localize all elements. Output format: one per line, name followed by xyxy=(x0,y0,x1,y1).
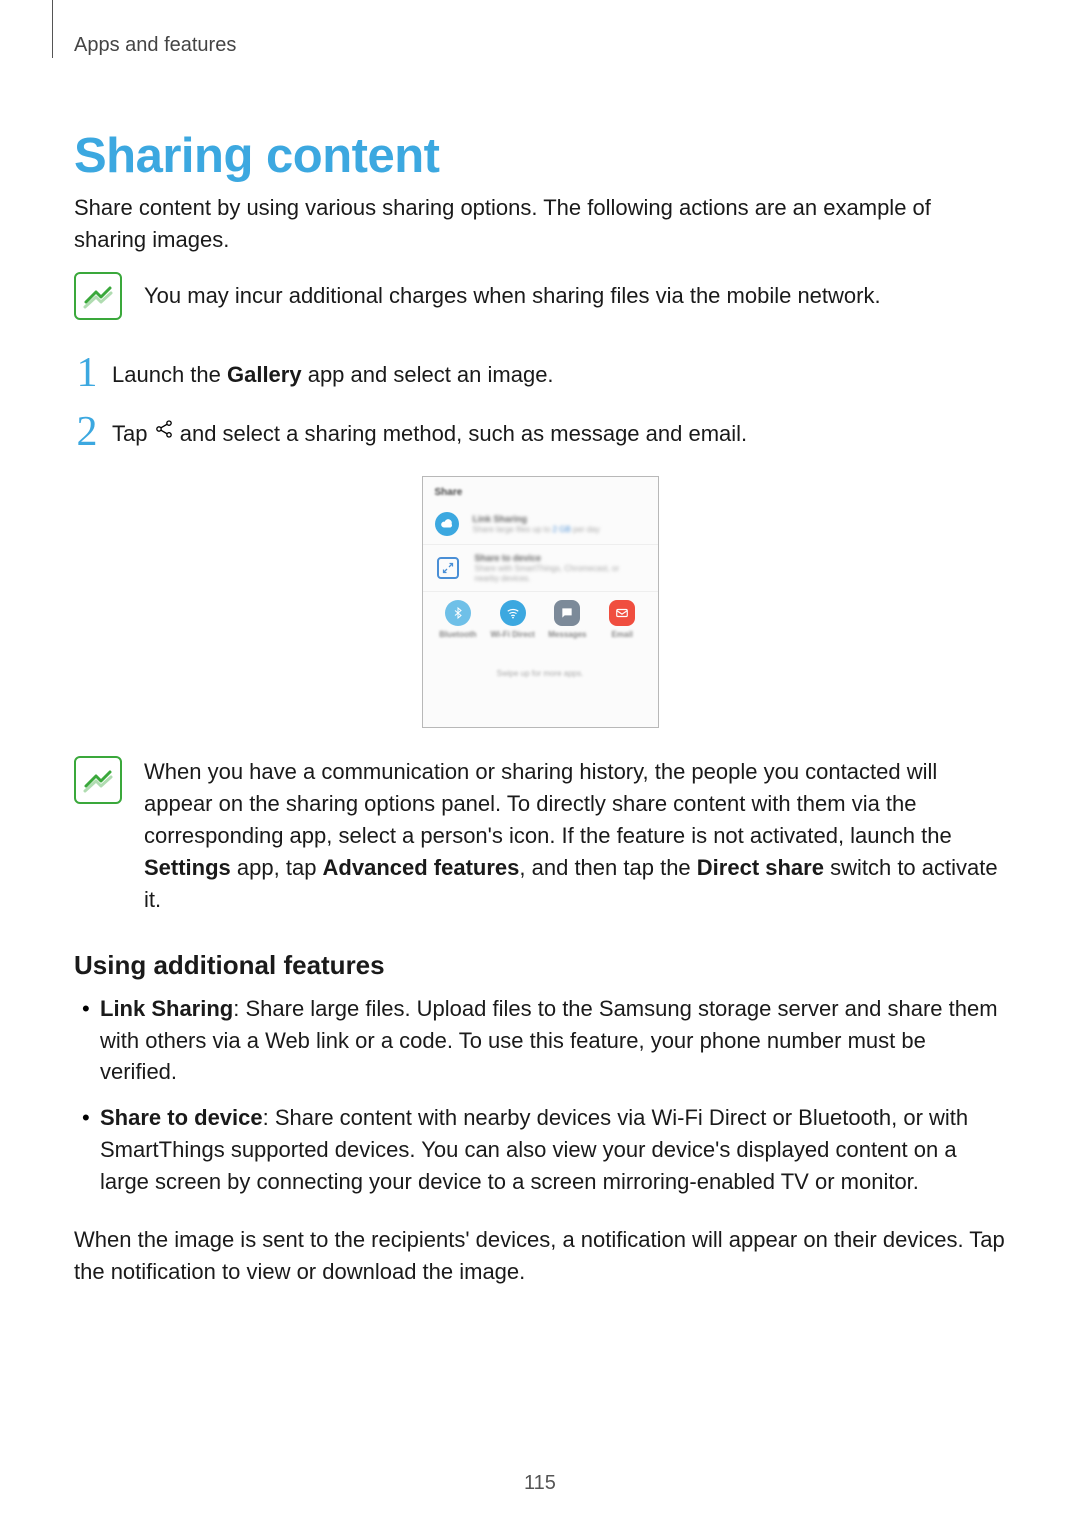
note-charges: You may incur additional charges when sh… xyxy=(74,272,1006,320)
page-title: Sharing content xyxy=(74,128,1006,184)
ss-header: Share xyxy=(423,483,658,504)
step-1-post: app and select an image. xyxy=(302,362,554,387)
feature-link-sharing-text: : Share large files. Upload files to the… xyxy=(100,996,998,1085)
ss-apps-grid: Bluetooth Wi-Fi Direct Messages Email xyxy=(423,592,658,641)
note-direct-share-text: When you have a communication or sharing… xyxy=(144,756,1006,915)
step-2-pre: Tap xyxy=(112,421,154,446)
ss-app-bluetooth: Bluetooth xyxy=(433,600,484,639)
ss-app-mg-label: Messages xyxy=(542,630,593,639)
ss-app-wf-label: Wi-Fi Direct xyxy=(487,630,538,639)
share-icon xyxy=(154,417,174,448)
ss-link-title: Link Sharing xyxy=(473,514,600,525)
share-panel-screenshot: Share Link Sharing Share large files up … xyxy=(422,476,659,728)
note-charges-text: You may incur additional charges when sh… xyxy=(144,272,881,312)
step-number: 2 xyxy=(74,411,100,453)
breadcrumb: Apps and features xyxy=(0,0,1080,57)
ss-app-bt-label: Bluetooth xyxy=(433,630,484,639)
ss-device-title: Share to device xyxy=(475,553,646,564)
wifi-icon xyxy=(500,600,526,626)
step-1: 1 Launch the Gallery app and select an i… xyxy=(74,348,1006,391)
gallery-app-label: Gallery xyxy=(227,362,302,387)
features-list: Link Sharing: Share large files. Upload … xyxy=(74,993,1006,1198)
note2-pt1: When you have a communication or sharing… xyxy=(144,759,952,848)
email-icon xyxy=(609,600,635,626)
ss-link-sub: Share large files up to 2 GB per day xyxy=(473,525,600,535)
cloud-icon xyxy=(435,512,459,536)
feature-share-to-device: Share to device: Share content with near… xyxy=(100,1102,1006,1198)
ss-app-wifi: Wi-Fi Direct xyxy=(487,600,538,639)
closing-paragraph: When the image is sent to the recipients… xyxy=(74,1224,1006,1288)
note-icon xyxy=(74,756,122,804)
ss-share-device-text: Share to device Share with SmartThings, … xyxy=(475,553,646,583)
feature-link-sharing-label: Link Sharing xyxy=(100,996,233,1021)
steps-list: 1 Launch the Gallery app and select an i… xyxy=(74,348,1006,450)
direct-share-label: Direct share xyxy=(697,855,824,880)
step-number: 1 xyxy=(74,352,100,394)
step-2: 2 Tap and select a sharing method, such … xyxy=(74,407,1006,451)
device-icon xyxy=(437,557,459,579)
feature-share-device-label: Share to device xyxy=(100,1105,263,1130)
ss-app-messages: Messages xyxy=(542,600,593,639)
settings-app-label: Settings xyxy=(144,855,231,880)
ss-app-email: Email xyxy=(597,600,648,639)
bluetooth-icon xyxy=(445,600,471,626)
ss-device-sub: Share with SmartThings, Chromecast, or n… xyxy=(475,564,646,583)
ss-link-sharing-text: Link Sharing Share large files up to 2 G… xyxy=(473,514,600,534)
note2-pt2: app, tap xyxy=(231,855,323,880)
page-border-mark xyxy=(52,0,53,58)
step-2-text: Tap and select a sharing method, such as… xyxy=(112,419,747,451)
subheading: Using additional features xyxy=(74,950,1006,981)
step-2-post: and select a sharing method, such as mes… xyxy=(180,421,747,446)
ss-link-sharing-row: Link Sharing Share large files up to 2 G… xyxy=(423,504,658,545)
note-direct-share: When you have a communication or sharing… xyxy=(74,756,1006,915)
advanced-features-label: Advanced features xyxy=(323,855,520,880)
feature-link-sharing: Link Sharing: Share large files. Upload … xyxy=(100,993,1006,1089)
ss-swipe-hint: Swipe up for more apps. xyxy=(423,641,658,680)
page-number: 115 xyxy=(0,1472,1080,1495)
ss-share-device-row: Share to device Share with SmartThings, … xyxy=(423,545,658,592)
note2-pt3: , and then tap the xyxy=(519,855,696,880)
intro-paragraph: Share content by using various sharing o… xyxy=(74,192,1006,256)
messages-icon xyxy=(554,600,580,626)
note-icon xyxy=(74,272,122,320)
step-1-pre: Launch the xyxy=(112,362,227,387)
ss-app-em-label: Email xyxy=(597,630,648,639)
step-1-text: Launch the Gallery app and select an ima… xyxy=(112,360,554,391)
